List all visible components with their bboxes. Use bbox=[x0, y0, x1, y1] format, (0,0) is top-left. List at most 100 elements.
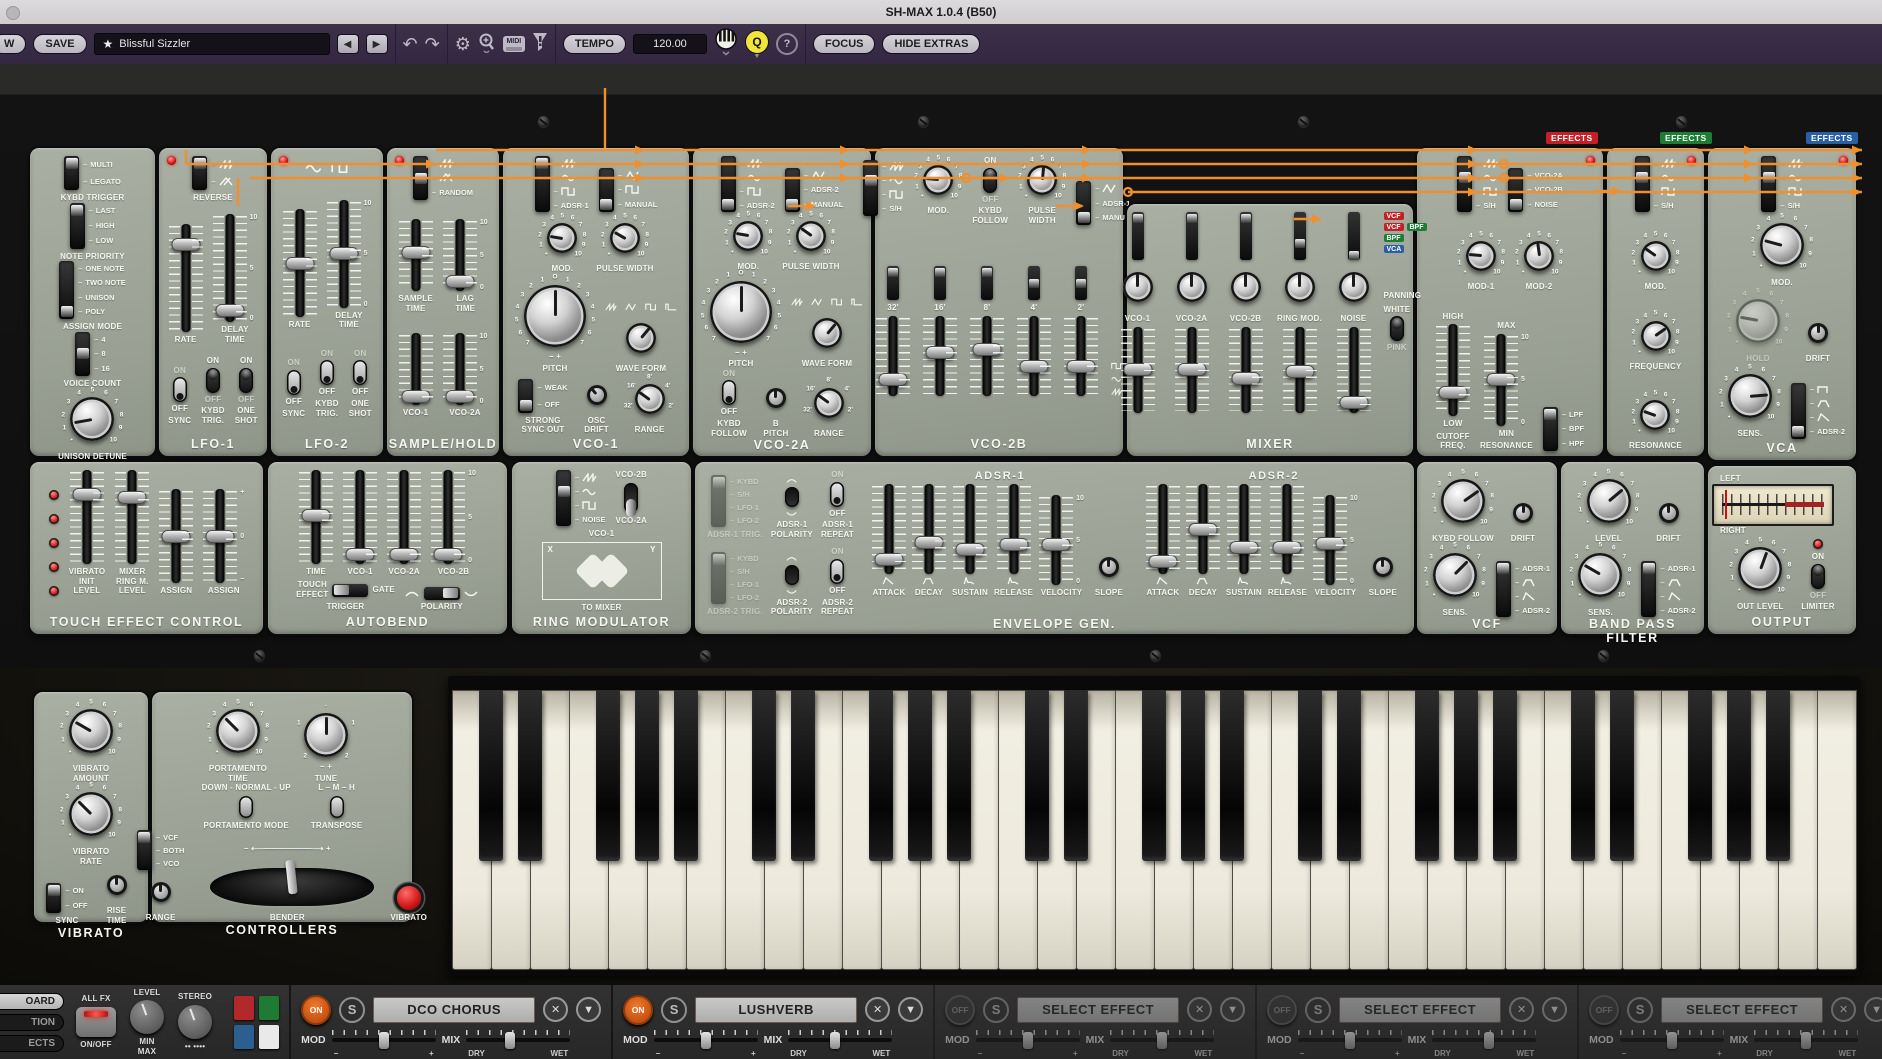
noise-routing-switch[interactable] bbox=[1348, 212, 1360, 260]
adsr-1-switch[interactable] bbox=[535, 156, 550, 212]
black-key[interactable] bbox=[674, 690, 698, 861]
control-slider[interactable] bbox=[1188, 523, 1217, 536]
black-key[interactable] bbox=[635, 690, 659, 861]
resonance-knob[interactable] bbox=[1640, 400, 1670, 430]
tempo-value-field[interactable]: 120.00 bbox=[633, 34, 707, 54]
level-knob[interactable] bbox=[1587, 479, 1631, 523]
hold-knob[interactable] bbox=[1736, 299, 1780, 343]
adsr-2-trig-switch[interactable] bbox=[711, 552, 726, 604]
fx-power-button[interactable]: OFF bbox=[945, 995, 975, 1025]
control-slider[interactable] bbox=[915, 536, 944, 549]
32-wave-switch[interactable] bbox=[887, 266, 899, 300]
fx-remove-button[interactable]: ✕ bbox=[865, 997, 890, 1022]
kybd-trigger-switch[interactable] bbox=[64, 156, 79, 190]
kybd-follow-toggle[interactable] bbox=[722, 380, 736, 405]
sample-time-slider[interactable] bbox=[401, 246, 430, 259]
note-priority-switch[interactable] bbox=[70, 203, 85, 249]
fx-mix-slider[interactable]: DRYWET bbox=[788, 1030, 892, 1050]
vco-2a-routing-switch[interactable] bbox=[1186, 212, 1198, 260]
kybd-trig-toggle[interactable] bbox=[206, 368, 220, 393]
s-h-switch[interactable] bbox=[1457, 156, 1472, 212]
keyboard-mapping-icon[interactable] bbox=[714, 28, 738, 61]
fx-stereo-knob[interactable] bbox=[178, 1005, 212, 1039]
vibrato-init-level-slider[interactable] bbox=[72, 488, 101, 501]
fx-power-button[interactable]: ON bbox=[301, 995, 331, 1025]
control-knob[interactable] bbox=[1285, 272, 1315, 302]
drift-knob[interactable] bbox=[1808, 323, 1828, 343]
layout-square-3[interactable] bbox=[259, 1025, 279, 1049]
black-key[interactable] bbox=[1142, 690, 1166, 861]
adsr-2-switch[interactable] bbox=[1791, 383, 1806, 439]
kybd-follow-knob[interactable] bbox=[1441, 479, 1485, 523]
fx-power-button[interactable]: OFF bbox=[1267, 995, 1297, 1025]
hide-extras-button[interactable]: HIDE EXTRAS bbox=[882, 34, 980, 54]
black-key[interactable] bbox=[1688, 690, 1712, 861]
vibrato-rate-knob[interactable] bbox=[69, 792, 113, 836]
adsr-1-switch[interactable] bbox=[1496, 561, 1511, 617]
control-slider[interactable] bbox=[1020, 360, 1049, 373]
black-key[interactable] bbox=[1493, 690, 1517, 861]
control-slider[interactable] bbox=[879, 373, 908, 386]
save-button[interactable]: SAVE bbox=[33, 34, 86, 54]
control-slider[interactable] bbox=[1285, 365, 1314, 378]
fx-mod-slider[interactable]: −+ bbox=[1620, 1030, 1724, 1050]
time-slider[interactable] bbox=[302, 509, 331, 522]
one-shot-toggle[interactable] bbox=[353, 360, 367, 385]
vibrato-amount-knob[interactable] bbox=[69, 709, 113, 753]
black-key[interactable] bbox=[1220, 690, 1244, 861]
pulse-width-knob[interactable] bbox=[1027, 165, 1057, 195]
control-knob[interactable] bbox=[1177, 272, 1207, 302]
range-knob[interactable] bbox=[151, 882, 171, 902]
preset-field[interactable]: ★Blissful Sizzler bbox=[94, 33, 330, 55]
pitch-knob[interactable] bbox=[710, 281, 772, 343]
mod-knob[interactable] bbox=[547, 223, 577, 253]
noise-switch[interactable] bbox=[556, 470, 571, 526]
kybd-follow-toggle[interactable] bbox=[983, 168, 997, 193]
adsr-2-switch[interactable] bbox=[721, 156, 736, 212]
control-slider[interactable] bbox=[1273, 541, 1302, 554]
delay-time-slider[interactable] bbox=[215, 304, 244, 317]
osc-drift-knob[interactable] bbox=[587, 385, 607, 405]
4-wave-switch[interactable] bbox=[1028, 266, 1040, 300]
control-slider[interactable] bbox=[1229, 541, 1258, 554]
next-preset-button[interactable]: ▶ bbox=[366, 34, 388, 54]
control-slider[interactable] bbox=[1316, 537, 1345, 550]
tune-knob[interactable] bbox=[304, 713, 348, 757]
fx-solo-button[interactable]: S bbox=[339, 997, 365, 1023]
fx-power-button[interactable]: ON bbox=[623, 995, 653, 1025]
fx-name-display[interactable]: SELECT EFFECT bbox=[1661, 997, 1823, 1023]
fx-level-knob[interactable] bbox=[130, 1000, 164, 1034]
delay-time-slider[interactable] bbox=[329, 247, 358, 260]
pitch-knob[interactable] bbox=[524, 285, 586, 347]
settings-gear-icon[interactable]: ⚙ bbox=[455, 35, 471, 53]
adsr-1-switch[interactable] bbox=[1641, 561, 1656, 617]
control-slider[interactable] bbox=[1123, 363, 1152, 376]
black-key[interactable] bbox=[908, 690, 932, 861]
chevron-down-icon[interactable]: ▼ bbox=[754, 55, 761, 58]
fx-mix-slider[interactable]: DRYWET bbox=[1432, 1030, 1536, 1050]
black-key[interactable] bbox=[752, 690, 776, 861]
focus-button[interactable]: FOCUS bbox=[813, 34, 876, 54]
manual-switch[interactable] bbox=[599, 168, 614, 212]
black-key[interactable] bbox=[1064, 690, 1088, 861]
sync-switch[interactable] bbox=[46, 883, 61, 913]
s-h-switch[interactable] bbox=[1635, 156, 1650, 212]
layout-square-1[interactable] bbox=[259, 996, 279, 1020]
black-key[interactable] bbox=[947, 690, 971, 861]
vco-1-slider[interactable] bbox=[346, 548, 375, 561]
fx-name-display[interactable]: DCO CHORUS bbox=[373, 997, 535, 1023]
black-key[interactable] bbox=[1571, 690, 1595, 861]
sync-toggle[interactable] bbox=[287, 370, 301, 395]
zoom-magnifier-icon[interactable] bbox=[478, 33, 496, 56]
lag-time-slider[interactable] bbox=[445, 275, 474, 288]
black-key[interactable] bbox=[596, 690, 620, 861]
slope-knob[interactable] bbox=[1373, 557, 1393, 577]
black-key[interactable] bbox=[1337, 690, 1361, 861]
clipped-left-button[interactable]: W bbox=[0, 34, 26, 54]
fx-select-dropdown[interactable]: ▼ bbox=[898, 997, 923, 1022]
fx-mix-slider[interactable]: DRYWET bbox=[1110, 1030, 1214, 1050]
ring-mod-source-toggle[interactable] bbox=[624, 483, 638, 513]
vco-2b-routing-switch[interactable] bbox=[1240, 212, 1252, 260]
vco-2a-switch[interactable] bbox=[1508, 168, 1523, 212]
trigger-switch[interactable] bbox=[332, 584, 368, 597]
